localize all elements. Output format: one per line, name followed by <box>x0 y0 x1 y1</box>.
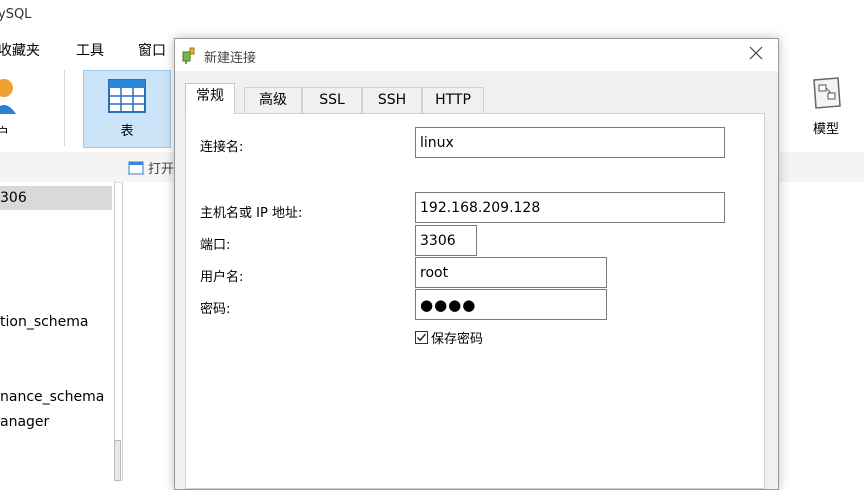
dialog-title: 新建连接 <box>204 51 257 66</box>
open-table-button[interactable]: 打开 <box>128 158 174 177</box>
menu-tools[interactable]: 工具 <box>76 40 104 60</box>
connection-sidebar <box>0 182 115 481</box>
connection-plug-icon <box>182 47 195 64</box>
connection-name-input[interactable] <box>415 127 725 158</box>
model-icon <box>813 77 841 109</box>
sidebar-item[interactable]: tion_schema <box>0 314 89 330</box>
port-label: 端口: <box>200 238 231 253</box>
open-table-icon <box>128 161 144 174</box>
toolbar-table-label: 表 <box>120 124 134 139</box>
dialog-titlebar[interactable]: 新建连接 <box>175 39 778 71</box>
username-input[interactable] <box>415 257 607 288</box>
menu-favorites[interactable]: 收藏夹 <box>0 40 40 60</box>
toolbar-model-label: 模型 <box>812 122 839 137</box>
dialog-body: 常规 高级 SSL SSH HTTP 连接名: 主机名或 IP 地址: 端口: … <box>175 71 778 489</box>
sidebar-scrollbar[interactable] <box>114 440 121 481</box>
checkmark-icon <box>417 333 427 342</box>
tab-ssl[interactable]: SSL <box>302 87 362 113</box>
general-tab-panel: 连接名: 主机名或 IP 地址: 端口: 用户名: 密码: 保存密码 <box>185 113 765 489</box>
new-connection-dialog: 新建连接 常规 高级 SSL SSH HTTP 连接名: 主机名或 IP 地址:… <box>174 38 779 490</box>
sidebar-item[interactable]: nance_schema <box>0 389 104 405</box>
sidebar-item[interactable]: anager <box>0 414 49 430</box>
host-input[interactable] <box>415 192 725 223</box>
app-titlebar: ySQL <box>0 0 864 34</box>
password-input[interactable] <box>415 289 607 320</box>
tab-general[interactable]: 常规 <box>185 83 235 114</box>
table-icon <box>108 79 146 113</box>
connection-name-label: 连接名: <box>200 140 244 155</box>
save-password-checkbox[interactable]: 保存密码 <box>415 328 483 347</box>
tab-advanced[interactable]: 高级 <box>244 87 302 113</box>
username-label: 用户名: <box>200 270 244 285</box>
user-icon <box>0 79 16 114</box>
sidebar-item[interactable]: 306 <box>0 186 112 210</box>
password-label: 密码: <box>200 302 231 317</box>
toolbar-separator <box>64 70 65 146</box>
close-icon[interactable] <box>748 45 764 61</box>
save-password-label: 保存密码 <box>431 332 484 347</box>
open-table-label: 打开 <box>148 162 175 177</box>
toolbar-user-label: 户 <box>0 126 10 141</box>
port-input[interactable] <box>415 225 477 256</box>
toolbar-user-button[interactable]: 户 <box>0 74 22 146</box>
checkbox-box[interactable] <box>415 331 428 344</box>
toolbar-table-button[interactable]: 表 <box>83 70 171 148</box>
host-label: 主机名或 IP 地址: <box>200 206 303 221</box>
tab-http[interactable]: HTTP <box>422 87 484 113</box>
tab-ssh[interactable]: SSH <box>362 87 422 113</box>
app-title: ySQL <box>0 7 32 22</box>
menu-window[interactable]: 窗口 <box>138 40 166 60</box>
toolbar-model-button[interactable]: 模型 <box>800 74 852 146</box>
